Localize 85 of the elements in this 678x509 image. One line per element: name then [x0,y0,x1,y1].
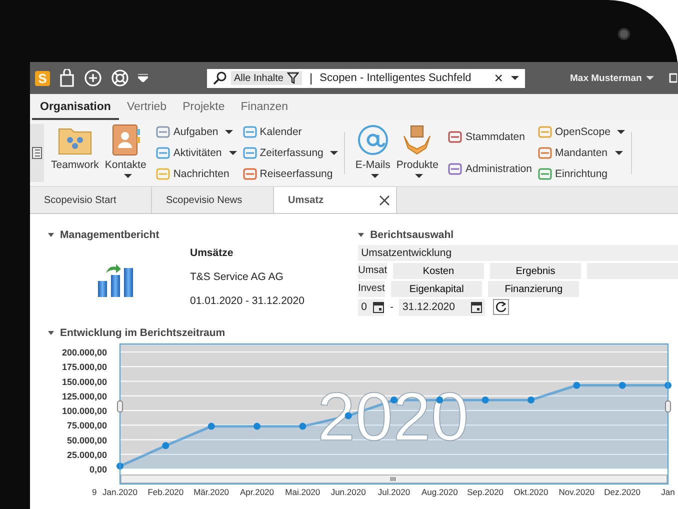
axis-label: Sep.2020 [467,487,504,497]
ribbon-button[interactable]: Stammdaten [448,130,532,144]
ribbon-button[interactable]: Produkte [393,120,442,186]
axis-label: 150.000,00 [62,376,107,387]
document-icon [32,147,42,159]
axis-label: Apr.2020 [240,487,274,497]
ribbon-button[interactable]: Kalender [242,124,338,139]
panel-toggle-button[interactable] [30,124,44,182]
collapse-icon[interactable] [358,233,364,237]
window-icon[interactable] [668,73,677,83]
axis-label: Jan.2020 [102,487,138,497]
collapse-icon[interactable] [48,331,54,335]
refresh-icon [495,301,508,313]
axis-label: Jul.2020 [378,487,410,497]
axis-label: Mai.2020 [285,487,320,497]
ribbon-button[interactable]: Reiseerfassung [242,167,338,182]
report-option-label: Invest [358,281,386,297]
user-menu[interactable]: Max Musterman [570,72,654,84]
bag-icon[interactable] [59,69,75,87]
ribbon-button[interactable]: Einrichtung [538,167,626,182]
axis-label: Okt.2020 [514,487,548,497]
dropdown-icon[interactable] [138,74,148,82]
at-sign-icon [356,124,389,156]
date-field[interactable]: 31.12.2020 [399,298,486,316]
axis-label: Aug.2020 [421,487,458,497]
axis-label: 9 [92,487,97,497]
search-icon[interactable] [213,71,227,85]
ribbon-button[interactable]: Teamwork [48,120,102,186]
ribbon-button[interactable]: Zeiterfassung [242,146,338,160]
axis-label: Mär.2020 [194,487,230,497]
company-name: T&S Service AG AG [190,271,284,283]
report-option-button[interactable]: Ergebnis [490,263,581,279]
axis-label: Jan [661,487,675,497]
date-field[interactable]: 0 [358,298,384,316]
section-title: Entwicklung im Berichtszeitraum [60,327,226,339]
collapse-icon[interactable] [48,233,54,237]
axis-label: 175.000,00 [62,362,107,372]
document-tab[interactable]: Umsatz [274,187,397,213]
caret-icon [646,76,654,80]
ribbon-button[interactable]: OpenScope [538,124,626,139]
search-field[interactable]: Alle Inhalte | Scopen - Intelligentes Suchfeld × [207,68,525,88]
axis-label: 125.000,00 [62,391,107,402]
section-title: Managementbericht [60,229,160,241]
refresh-button[interactable] [493,299,510,315]
section-title: Berichtsauswahl [370,229,454,241]
filter-icon [287,72,300,84]
ribbon-tab[interactable]: Finanzen [232,101,296,120]
separator-label: | [309,71,313,85]
resize-handle-icon [665,400,671,412]
axis-label: Jun.2020 [330,487,366,497]
ribbon-button[interactable]: Aktivitäten [156,146,237,160]
report-period: 01.01.2020 - 31.12.2020 [190,295,304,307]
report-option-button[interactable]: Finanzierung [488,281,580,297]
caret-icon[interactable] [511,76,519,80]
address-book-icon [112,124,140,156]
add-icon[interactable] [84,69,102,87]
axis-label: Feb.2020 [148,487,184,497]
axis-label: 0,00 [89,464,107,474]
resize-handle-icon [117,400,123,412]
hands-box-icon [402,124,432,156]
camera-icon [618,28,630,40]
axis-label: Dez.2020 [604,487,641,497]
report-option-label: Umsat [358,263,387,279]
axis-label: 75.000,00 [66,420,107,431]
ribbon-button[interactable]: Nachrichten [156,167,237,182]
axis-label: 50.000,00 [66,435,107,446]
axis-label: Nov.2020 [558,487,595,497]
ribbon-tab[interactable]: Projekte [174,101,233,120]
report-heading: Umsätze [190,247,234,259]
clear-icon[interactable]: × [494,70,503,86]
report-option-button[interactable]: Kosten [393,263,484,279]
scope-filter-button[interactable]: Alle Inhalte [231,71,302,85]
ribbon-tab[interactable]: Vertrieb [118,101,175,120]
lifebuoy-icon[interactable] [111,69,129,87]
axis-label: 25.000,00 [66,450,107,460]
ribbon-button[interactable]: Mandanten [538,146,626,160]
date-separator: - [390,302,394,312]
ribbon-button[interactable]: Administration [448,162,532,176]
ribbon-button[interactable]: E-Mails [352,120,394,186]
report-select-field[interactable]: Umsatzentwicklung [358,245,678,261]
ribbon-button[interactable]: Kontakte [102,120,150,186]
axis-label: 100.000,00 [62,406,107,416]
report-option-button[interactable]: Eigenkapital [391,281,482,297]
ribbon-button[interactable]: Aufgaben [156,124,237,139]
axis-label: 200.000,00 [62,348,107,358]
